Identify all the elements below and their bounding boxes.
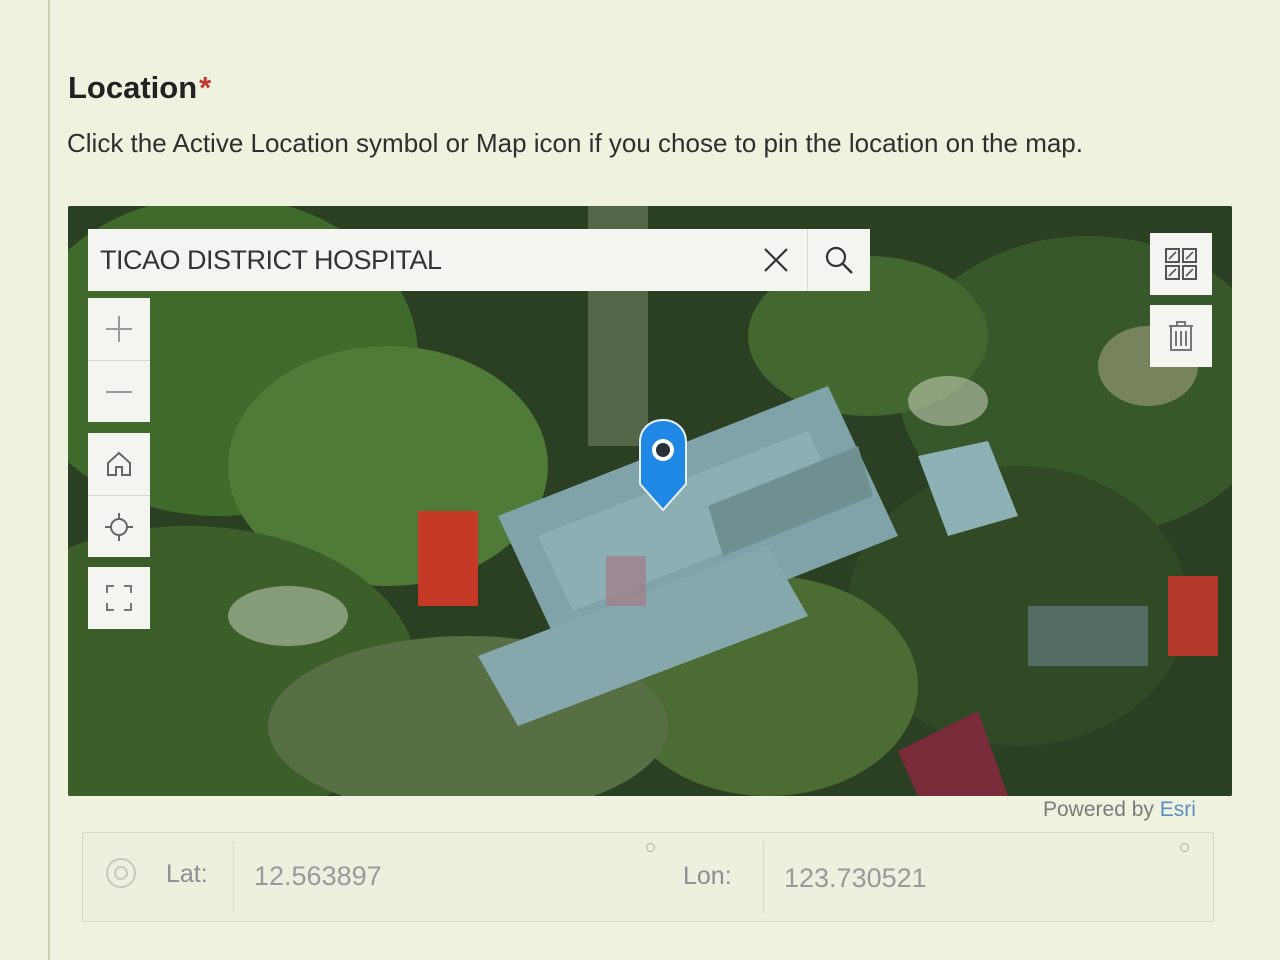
resize-handle [1180, 843, 1189, 852]
field-label: Location* [68, 70, 211, 106]
search-input[interactable]: TICAO DISTRICT HOSPITAL [88, 245, 745, 276]
plus-icon [106, 316, 132, 342]
trash-icon [1169, 321, 1193, 351]
longitude-label: Lon: [683, 862, 732, 890]
map-pin-icon [639, 418, 687, 512]
gps-target-icon [106, 858, 136, 888]
expand-icon [106, 585, 132, 611]
coordinates-panel: Lat: 12.563897 Lon: 123.730521 [82, 832, 1214, 922]
crosshair-icon [105, 512, 133, 541]
clear-search-button[interactable] [745, 229, 807, 291]
home-icon [107, 451, 131, 476]
location-marker[interactable] [638, 418, 688, 517]
map-view[interactable]: TICAO DISTRICT HOSPITAL [68, 206, 1232, 796]
required-marker: * [199, 70, 212, 105]
basemap-gallery-button[interactable] [1150, 233, 1212, 295]
map-search-box: TICAO DISTRICT HOSPITAL [88, 229, 870, 291]
close-icon [764, 248, 788, 272]
field-title: Location [68, 70, 198, 105]
navigation-controls [88, 433, 150, 557]
locate-button[interactable] [88, 495, 150, 557]
latitude-field[interactable]: 12.563897 [233, 841, 653, 913]
search-icon [825, 246, 853, 274]
field-hint: Click the Active Location symbol or Map … [67, 128, 1083, 158]
delete-button[interactable] [1150, 305, 1212, 367]
latitude-label: Lat: [166, 860, 208, 888]
zoom-out-button[interactable] [88, 360, 150, 422]
form-left-border [48, 0, 50, 960]
fullscreen-controls [88, 567, 150, 629]
zoom-in-button[interactable] [88, 298, 150, 360]
map-attribution: Powered by Esri [1043, 798, 1196, 822]
fullscreen-button[interactable] [88, 567, 150, 629]
zoom-controls [88, 298, 150, 422]
attribution-prefix: Powered by [1043, 798, 1160, 821]
basemap-gallery-icon [1165, 248, 1197, 280]
home-button[interactable] [88, 433, 150, 495]
resize-handle [646, 843, 655, 852]
longitude-field[interactable]: 123.730521 [763, 841, 1193, 913]
esri-link[interactable]: Esri [1160, 798, 1196, 821]
minus-icon [106, 390, 132, 393]
search-button[interactable] [807, 229, 870, 291]
use-location-button[interactable] [103, 855, 139, 896]
